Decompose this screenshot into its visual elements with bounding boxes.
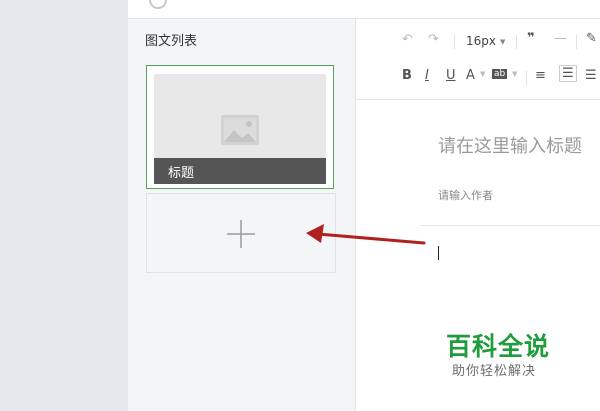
article-card[interactable]: 标题 <box>146 65 334 189</box>
title-input[interactable]: 请在这里输入标题 <box>438 132 582 158</box>
top-bar <box>128 0 600 19</box>
undo-icon[interactable]: ↶ <box>402 32 413 47</box>
toolbar-separator <box>526 71 527 85</box>
divider-icon[interactable]: — <box>554 31 567 46</box>
editor-toolbar: ↶ ↷ 16px ▼ ❞ — ✎ B I U A ▼ ab ▼ ≡ ☰ ☰ <box>356 19 600 100</box>
underline-icon[interactable]: U <box>446 68 456 83</box>
redo-icon[interactable]: ↷ <box>428 32 439 47</box>
bold-icon[interactable]: B <box>402 68 412 83</box>
plus-icon <box>227 220 255 248</box>
article-card-title: 标题 <box>168 166 195 181</box>
font-size-select[interactable]: 16px ▼ <box>466 34 505 48</box>
article-cover: 标题 <box>154 74 326 184</box>
font-color-icon[interactable]: A <box>466 68 475 83</box>
chevron-down-icon[interactable]: ▼ <box>480 70 485 78</box>
toolbar-separator <box>516 35 517 49</box>
chevron-down-icon[interactable]: ▼ <box>512 70 517 78</box>
brush-icon[interactable]: ✎ <box>586 31 597 46</box>
italic-icon[interactable]: I <box>425 68 429 83</box>
indent-icon[interactable]: ≡ <box>535 68 546 83</box>
align-center-icon[interactable]: ☰ <box>585 68 597 83</box>
quote-icon[interactable]: ❞ <box>527 31 535 46</box>
background-color-icon[interactable]: ab <box>492 69 508 79</box>
author-input[interactable]: 请输入作者 <box>438 187 493 203</box>
article-list-title: 图文列表 <box>145 34 198 49</box>
toolbar-separator <box>576 35 577 49</box>
image-icon <box>221 115 259 145</box>
align-left-icon[interactable]: ☰ <box>559 65 577 82</box>
chevron-down-icon: ▼ <box>500 37 506 46</box>
article-title-bar: 标题 <box>154 158 326 184</box>
watermark-brand: 百科全说 <box>446 332 551 361</box>
watermark-slogan: 助你轻松解决 <box>452 364 537 379</box>
toolbar-separator <box>454 35 455 49</box>
text-cursor <box>438 246 439 260</box>
font-size-value: 16px <box>466 34 496 48</box>
editor-divider <box>420 225 600 226</box>
app-left-gutter <box>0 0 128 411</box>
red-arrow-annotation <box>306 224 426 245</box>
